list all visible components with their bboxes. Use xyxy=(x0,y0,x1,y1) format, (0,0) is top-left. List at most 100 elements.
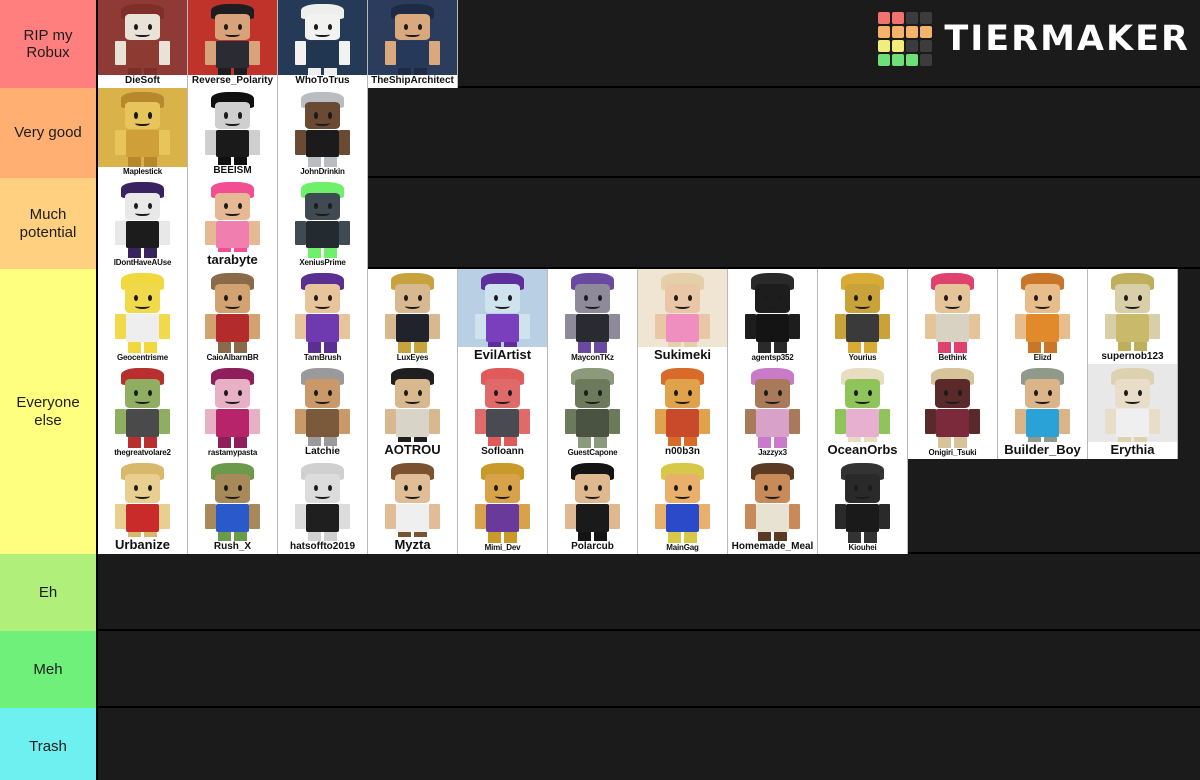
avatar-figure xyxy=(908,364,997,459)
tier-item-card[interactable]: thegreatvolare2 xyxy=(98,364,188,459)
tier-items[interactable] xyxy=(98,708,1200,780)
tier-row: Much potential IDontHaveAUse tarabyte Xeniu… xyxy=(0,178,1200,269)
tier-item-card[interactable]: CaioAlbarnBR xyxy=(188,269,278,364)
tier-item-card[interactable]: MainGag xyxy=(638,459,728,554)
tier-item-name: Sukimeki xyxy=(638,347,727,364)
tier-item-card[interactable]: DieSoft xyxy=(98,0,188,88)
logo-swatch-1-1 xyxy=(892,26,905,38)
logo-swatch-3-3 xyxy=(920,54,933,66)
tier-row: Meh xyxy=(0,631,1200,708)
avatar-figure xyxy=(548,364,637,459)
tiermaker-logo-grid-icon xyxy=(878,12,933,66)
avatar-figure xyxy=(278,178,367,269)
tier-items[interactable]: IDontHaveAUse tarabyte XeniusPrime xyxy=(98,178,1200,269)
tier-item-name: LuxEyes xyxy=(368,352,457,364)
tier-item-card[interactable]: Rush_X xyxy=(188,459,278,554)
tier-item-card[interactable]: IDontHaveAUse xyxy=(98,178,188,269)
tier-item-name: tarabyte xyxy=(188,252,277,269)
tier-item-card[interactable]: LuxEyes xyxy=(368,269,458,364)
tiermaker-wordmark: TIERMAKER xyxy=(944,18,1190,59)
tier-item-card[interactable]: BEEISM xyxy=(188,88,278,178)
logo-swatch-3-2 xyxy=(906,54,919,66)
tier-item-name: Erythia xyxy=(1088,442,1177,459)
tier-item-card[interactable]: OceanOrbs xyxy=(818,364,908,459)
tier-label[interactable]: Everyone else xyxy=(0,269,98,554)
logo-swatch-1-2 xyxy=(906,26,919,38)
tier-item-card[interactable]: Kiouhei xyxy=(818,459,908,554)
tier-row: Trash xyxy=(0,708,1200,780)
tier-item-card[interactable]: Myzta xyxy=(368,459,458,554)
tier-label[interactable]: Much potential xyxy=(0,178,98,269)
logo-swatch-3-0 xyxy=(878,54,891,66)
tier-item-name: Elizd xyxy=(998,352,1087,364)
avatar-figure xyxy=(98,269,187,364)
tier-items[interactable] xyxy=(98,631,1200,706)
tier-label[interactable]: RIP my Robux xyxy=(0,0,98,88)
avatar-figure xyxy=(638,459,727,554)
tier-item-name: EvilArtist xyxy=(458,347,547,364)
tier-item-name: Yourius xyxy=(818,352,907,364)
tier-item-card[interactable]: rastamypasta xyxy=(188,364,278,459)
tier-item-name: AOTROU xyxy=(368,442,457,459)
tier-item-card[interactable]: MayconTKz xyxy=(548,269,638,364)
tier-item-card[interactable]: Erythia xyxy=(1088,364,1178,459)
avatar-figure xyxy=(98,178,187,269)
tier-item-card[interactable]: Builder_Boy xyxy=(998,364,1088,459)
tier-item-card[interactable]: Mimi_Dev xyxy=(458,459,548,554)
tier-item-card[interactable]: TamBrush xyxy=(278,269,368,364)
tier-item-card[interactable]: Bethink xyxy=(908,269,998,364)
tier-label[interactable]: Very good xyxy=(0,88,98,178)
tier-label[interactable]: Trash xyxy=(0,708,98,780)
tier-item-name: XeniusPrime xyxy=(278,257,367,269)
tier-items[interactable]: Geocentrisme CaioAlbarnBR TamBrush LuxEyes E… xyxy=(98,269,1200,554)
tier-item-name: Urbanize xyxy=(98,537,187,554)
tier-item-card[interactable]: XeniusPrime xyxy=(278,178,368,269)
tier-item-name: Homemade_Meal xyxy=(728,540,817,554)
tier-item-card[interactable]: Maplestick xyxy=(98,88,188,178)
tier-item-card[interactable]: TheShipArchitect xyxy=(368,0,458,88)
tier-item-card[interactable]: WhoToTrus xyxy=(278,0,368,88)
tier-item-card[interactable]: n00b3n xyxy=(638,364,728,459)
tier-item-card[interactable]: AOTROU xyxy=(368,364,458,459)
tier-label[interactable]: Eh xyxy=(0,554,98,631)
avatar-figure xyxy=(188,269,277,364)
tier-items[interactable] xyxy=(98,554,1200,629)
tier-item-name: Jazzyx3 xyxy=(728,447,817,459)
tier-item-name: hatsoffto2019 xyxy=(278,540,367,554)
tier-item-card[interactable]: Homemade_Meal xyxy=(728,459,818,554)
avatar-figure xyxy=(98,364,187,459)
logo-swatch-2-3 xyxy=(920,40,933,52)
avatar-figure xyxy=(278,269,367,364)
tier-item-card[interactable]: Yourius xyxy=(818,269,908,364)
tier-label[interactable]: Meh xyxy=(0,631,98,708)
tier-item-card[interactable]: Sofloann xyxy=(458,364,548,459)
tier-item-name: TheShipArchitect xyxy=(368,74,457,88)
tier-row: Everyone else Geocentrisme CaioAlbarnBR Tam… xyxy=(0,269,1200,554)
tier-item-card[interactable]: Elizd xyxy=(998,269,1088,364)
tier-item-card[interactable]: Polarcub xyxy=(548,459,638,554)
tier-item-card[interactable]: EvilArtist xyxy=(458,269,548,364)
tier-item-card[interactable]: JohnDrinkin xyxy=(278,88,368,178)
tiermaker-logo: TIERMAKER xyxy=(878,12,1190,66)
tier-item-name: Myzta xyxy=(368,537,457,554)
tier-item-card[interactable]: tarabyte xyxy=(188,178,278,269)
tier-item-card[interactable]: Geocentrisme xyxy=(98,269,188,364)
logo-swatch-0-2 xyxy=(906,12,919,24)
tier-item-card[interactable]: Onigiri_Tsuki xyxy=(908,364,998,459)
tier-item-card[interactable]: Latchie xyxy=(278,364,368,459)
avatar-figure xyxy=(368,269,457,364)
tier-item-card[interactable]: hatsoffto2019 xyxy=(278,459,368,554)
tier-item-card[interactable]: GuestCapone xyxy=(548,364,638,459)
tier-item-name: CaioAlbarnBR xyxy=(188,352,277,364)
tier-item-name: Rush_X xyxy=(188,540,277,554)
tier-item-card[interactable]: Urbanize xyxy=(98,459,188,554)
tier-item-card[interactable]: supernob123 xyxy=(1088,269,1178,364)
tier-item-card[interactable]: Reverse_Polarity xyxy=(188,0,278,88)
tier-item-card[interactable]: Sukimeki xyxy=(638,269,728,364)
tier-item-name: supernob123 xyxy=(1088,350,1177,364)
tier-items[interactable]: Maplestick BEEISM JohnDrinkin xyxy=(98,88,1200,178)
tier-item-name: thegreatvolare2 xyxy=(98,447,187,459)
avatar-figure xyxy=(818,459,907,554)
tier-item-card[interactable]: agentsp352 xyxy=(728,269,818,364)
tier-item-card[interactable]: Jazzyx3 xyxy=(728,364,818,459)
